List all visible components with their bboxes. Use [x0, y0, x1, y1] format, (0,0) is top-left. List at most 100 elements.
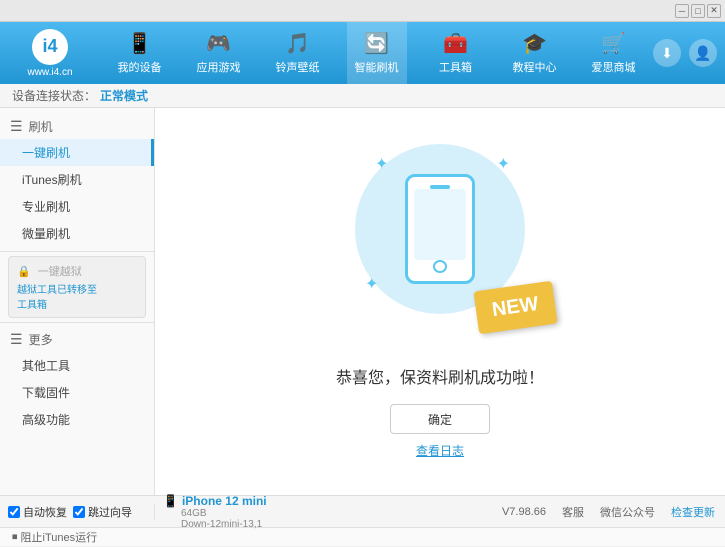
nav-shop[interactable]: 🛒 爱思商城 [584, 22, 644, 84]
smart-flash-icon: 🔄 [364, 31, 389, 56]
download-firmware-label: 下载固件 [22, 386, 70, 400]
bottom-section: 自动恢复 跳过向导 📱 iPhone 12 mini 64GB Down-12m… [0, 495, 725, 546]
top-navigation: i4 www.i4.cn 📱 我的设备 🎮 应用游戏 🎵 铃声壁纸 🔄 智能刷机… [0, 22, 725, 84]
my-device-icon: 📱 [127, 31, 152, 56]
device-model: Down-12mini-13,1 [163, 519, 494, 530]
sidebar: ☰ 刷机 一键刷机 iTunes刷机 专业刷机 微量刷机 🔒 一键越狱 越狱工具… [0, 108, 155, 495]
itunes-flash-label: iTunes刷机 [22, 173, 82, 187]
device-name-row: 📱 iPhone 12 mini [163, 494, 494, 508]
micro-flash-label: 微量刷机 [22, 227, 70, 241]
update-link[interactable]: 检查更新 [671, 504, 715, 520]
sidebar-item-one-click-flash[interactable]: 一键刷机 [0, 139, 154, 166]
logo-circle: i4 [32, 29, 68, 65]
advanced-label: 高级功能 [22, 413, 70, 427]
more-section-icon: ☰ [10, 331, 23, 348]
auto-restore-label: 自动恢复 [23, 504, 67, 520]
locked-hint: 越狱工具已转移至工具箱 [17, 281, 137, 311]
sidebar-item-advanced[interactable]: 高级功能 [0, 406, 154, 433]
jailbreak-locked: 🔒 一键越狱 越狱工具已转移至工具箱 [8, 256, 146, 318]
ringtones-icon: 🎵 [285, 31, 310, 56]
close-button[interactable]: ✕ [707, 4, 721, 18]
bottom-right: V7.98.66 客服 微信公众号 检查更新 [502, 504, 725, 520]
skip-wizard-input[interactable] [73, 506, 85, 518]
apps-icon: 🎮 [206, 31, 231, 56]
status-bar: 设备连接状态： 正常模式 [0, 84, 725, 108]
wechat-link[interactable]: 微信公众号 [600, 504, 655, 520]
itunes-bar: ⏹ 阻止iTunes运行 [0, 528, 725, 546]
phone-screen [414, 189, 466, 260]
nav-toolbox[interactable]: 🧰 工具箱 [426, 22, 486, 84]
nav-label-tutorial: 教程中心 [513, 59, 557, 75]
sparkle-top-right: ✦ [497, 154, 510, 174]
checkbox-group: 自动恢复 跳过向导 [0, 504, 155, 520]
titlebar: ─ □ ✕ [0, 0, 725, 22]
logo-text: www.i4.cn [27, 67, 72, 78]
lock-icon: 🔒 [17, 266, 31, 278]
sidebar-item-micro-flash[interactable]: 微量刷机 [0, 220, 154, 247]
maximize-button[interactable]: □ [691, 4, 705, 18]
auto-restore-checkbox[interactable]: 自动恢复 [8, 504, 67, 520]
nav-ringtones[interactable]: 🎵 铃声壁纸 [268, 22, 328, 84]
nav-label-smart-flash: 智能刷机 [355, 59, 399, 75]
nav-smart-flash[interactable]: 🔄 智能刷机 [347, 22, 407, 84]
locked-label: 一键越狱 [38, 266, 82, 278]
section-flash-header[interactable]: ☰ 刷机 [0, 114, 154, 139]
flash-section-icon: ☰ [10, 118, 23, 135]
nav-label-ringtones: 铃声壁纸 [276, 59, 320, 75]
nav-tutorial[interactable]: 🎓 教程中心 [505, 22, 565, 84]
nav-label-my-device: 我的设备 [118, 59, 162, 75]
toolbox-icon: 🧰 [443, 31, 468, 56]
confirm-button[interactable]: 确定 [390, 404, 490, 434]
device-info: 📱 iPhone 12 mini 64GB Down-12mini-13,1 [155, 494, 502, 530]
minimize-button[interactable]: ─ [675, 4, 689, 18]
section-more-label: 更多 [29, 331, 53, 348]
nav-label-shop: 爱思商城 [592, 59, 636, 75]
divider-1 [0, 251, 154, 252]
device-storage: 64GB [163, 508, 494, 519]
bottom-bar-row1: 自动恢复 跳过向导 📱 iPhone 12 mini 64GB Down-12m… [0, 496, 725, 528]
status-label: 设备连接状态： [12, 87, 96, 104]
skip-wizard-label: 跳过向导 [88, 504, 132, 520]
main-area: ☰ 刷机 一键刷机 iTunes刷机 专业刷机 微量刷机 🔒 一键越狱 越狱工具… [0, 108, 725, 495]
logo-icon: i4 [42, 36, 57, 57]
phone-home-button [433, 260, 447, 273]
circle-bg: ✦ ✦ ✦ NEW [355, 144, 525, 314]
sidebar-item-other-tools[interactable]: 其他工具 [0, 352, 154, 379]
sparkle-bottom-left: ✦ [365, 274, 378, 294]
shop-icon: 🛒 [601, 31, 626, 56]
sparkle-top-left: ✦ [375, 154, 388, 174]
section-more-header[interactable]: ☰ 更多 [0, 327, 154, 352]
nav-label-toolbox: 工具箱 [439, 59, 472, 75]
phone-illustration: ✦ ✦ ✦ NEW [340, 144, 540, 344]
user-button[interactable]: 👤 [689, 39, 717, 67]
nav-apps[interactable]: 🎮 应用游戏 [189, 22, 249, 84]
service-link[interactable]: 客服 [562, 504, 584, 520]
other-tools-label: 其他工具 [22, 359, 70, 373]
auto-restore-input[interactable] [8, 506, 20, 518]
success-text: 恭喜您，保资料刷机成功啦！ [336, 364, 544, 388]
nav-my-device[interactable]: 📱 我的设备 [110, 22, 170, 84]
nav-items: 📱 我的设备 🎮 应用游戏 🎵 铃声壁纸 🔄 智能刷机 🧰 工具箱 🎓 教程中心… [100, 22, 653, 84]
nav-label-apps: 应用游戏 [197, 59, 241, 75]
status-value: 正常模式 [100, 87, 148, 104]
download-button[interactable]: ⬇ [653, 39, 681, 67]
sidebar-item-download-firmware[interactable]: 下载固件 [0, 379, 154, 406]
stop-itunes-button[interactable]: ⏹ 阻止iTunes运行 [8, 527, 101, 547]
tutorial-icon: 🎓 [522, 31, 547, 56]
device-phone-icon: 📱 [163, 494, 178, 508]
sidebar-item-pro-flash[interactable]: 专业刷机 [0, 193, 154, 220]
section-flash-label: 刷机 [29, 118, 53, 135]
device-name: iPhone 12 mini [182, 494, 267, 508]
sidebar-item-itunes-flash[interactable]: iTunes刷机 [0, 166, 154, 193]
one-click-flash-label: 一键刷机 [22, 146, 70, 160]
pro-flash-label: 专业刷机 [22, 200, 70, 214]
stop-itunes-label: 阻止iTunes运行 [21, 529, 98, 545]
divider-2 [0, 322, 154, 323]
wizard-link[interactable]: 查看日志 [416, 442, 464, 459]
logo-area: i4 www.i4.cn [0, 29, 100, 78]
stop-icon: ⏹ [12, 531, 18, 544]
skip-wizard-checkbox[interactable]: 跳过向导 [73, 504, 132, 520]
new-badge: NEW [474, 281, 558, 335]
version-text: V7.98.66 [502, 506, 546, 518]
content-area: ✦ ✦ ✦ NEW 恭喜您，保资料刷机成功啦！ 确定 查看日志 [155, 108, 725, 495]
